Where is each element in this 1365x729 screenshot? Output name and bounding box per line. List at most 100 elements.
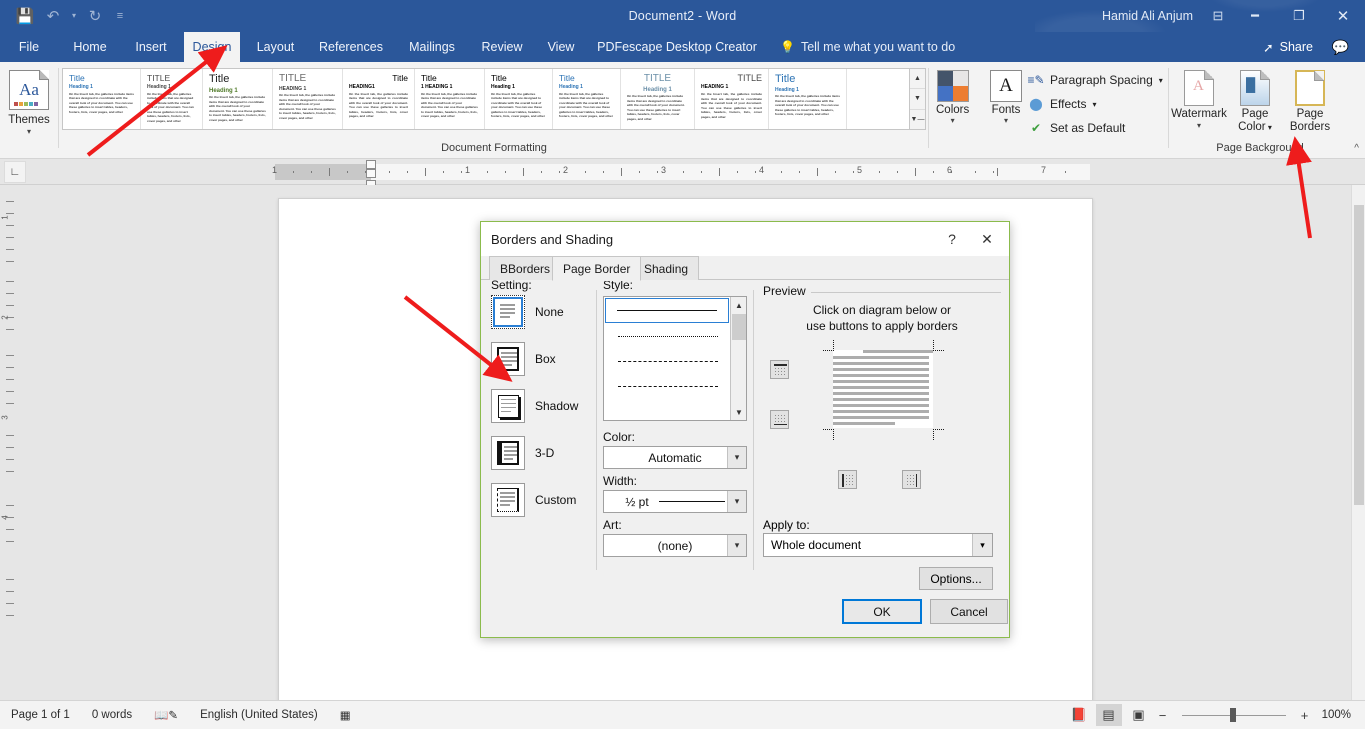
style-set-gallery[interactable]: Title Heading 1 On the Insert tab, the g… — [62, 68, 910, 130]
tell-me-search[interactable]: 💡 Tell me what you want to do — [780, 32, 955, 62]
read-mode-view-button[interactable]: 📕 — [1066, 704, 1092, 726]
style-option-solid[interactable] — [605, 298, 729, 323]
tab-stop-selector[interactable]: ∟ — [4, 161, 26, 183]
collapse-ribbon-icon[interactable]: ^ — [1354, 143, 1359, 154]
tab-pdfescape-desktop-creator[interactable]: PDFescape Desktop Creator — [591, 32, 763, 62]
fonts-button[interactable]: A Fonts ▾ — [990, 70, 1022, 125]
chevron-down-icon[interactable]: ▾ — [1197, 121, 1201, 130]
zoom-slider[interactable] — [1174, 705, 1294, 725]
zoom-in-button[interactable]: + — [1298, 708, 1312, 723]
watermark-button[interactable]: A Watermark ▾ — [1170, 70, 1228, 130]
ok-button[interactable]: OK — [842, 599, 922, 624]
gallery-scrollbar[interactable]: ▲ ▼ ▼— — [910, 68, 926, 130]
scrollbar-thumb[interactable] — [732, 314, 746, 340]
setting-option-3d[interactable]: 3-D — [491, 436, 554, 470]
gallery-scroll-down-icon[interactable]: ▼ — [910, 89, 925, 109]
zoom-out-button[interactable]: − — [1156, 708, 1170, 723]
tab-home[interactable]: Home — [62, 32, 118, 62]
style-option-dashed-medium[interactable] — [604, 374, 731, 399]
minimize-button[interactable]: ━ — [1233, 0, 1277, 32]
art-dropdown[interactable]: (none) ▾ — [603, 534, 747, 557]
setting-option-shadow[interactable]: Shadow — [491, 389, 578, 423]
proofing-errors-icon[interactable]: 📖✎ — [143, 708, 189, 722]
chevron-down-icon[interactable]: ▾ — [727, 447, 746, 468]
setting-option-none[interactable]: None — [491, 295, 564, 329]
restore-button[interactable]: ❐ — [1277, 0, 1321, 32]
page-borders-button[interactable]: Page Borders — [1281, 70, 1339, 134]
dialog-close-icon[interactable]: ✕ — [975, 229, 999, 249]
style-set-thumb[interactable]: Title Heading 1 On the Insert tab, the g… — [63, 69, 141, 129]
style-listbox[interactable]: — · — · — · — · — ▲ ▼ — [603, 296, 747, 421]
style-option-dotted[interactable] — [604, 324, 731, 349]
tab-layout[interactable]: Layout — [248, 32, 303, 62]
style-set-thumb[interactable]: Title HEADING1 On the Insert tab, the ga… — [343, 69, 415, 129]
cancel-button[interactable]: Cancel — [930, 599, 1008, 624]
style-set-thumb[interactable]: TITLE HEADING 1 On the Insert tab, the g… — [695, 69, 769, 129]
help-icon[interactable]: ? — [941, 229, 963, 249]
paragraph-spacing-button[interactable]: ≡✎ Paragraph Spacing ▾ — [1028, 72, 1163, 88]
style-set-thumb[interactable]: Title Heading 1 On the Insert tab, the g… — [203, 69, 273, 129]
account-name[interactable]: Hamid Ali Anjum — [1092, 9, 1203, 23]
tab-review[interactable]: Review — [473, 32, 531, 62]
scrollbar-thumb[interactable] — [1354, 205, 1364, 505]
style-set-thumb[interactable]: TITLE Heading 1 On the Insert tab, the g… — [141, 69, 203, 129]
ribbon-display-options-icon[interactable]: ⊟ — [1203, 0, 1233, 32]
setting-option-custom[interactable]: Custom — [491, 483, 576, 517]
accessibility-icon[interactable]: ▦ — [329, 708, 362, 722]
tab-mailings[interactable]: Mailings — [399, 32, 465, 62]
comments-icon[interactable]: 💬 — [1332, 32, 1349, 62]
themes-button[interactable]: Aa Themes ▾ — [6, 66, 52, 150]
tab-insert[interactable]: Insert — [126, 32, 176, 62]
language-indicator[interactable]: English (United States) — [189, 709, 329, 721]
style-scrollbar[interactable]: ▲ ▼ — [730, 297, 746, 420]
style-set-thumb[interactable]: Title 1 HEADING 1 On the Insert tab, the… — [415, 69, 485, 129]
gallery-scroll-up-icon[interactable]: ▲ — [910, 69, 925, 89]
bottom-border-toggle[interactable] — [770, 410, 789, 429]
page-indicator[interactable]: Page 1 of 1 — [0, 709, 81, 721]
gallery-more-icon[interactable]: ▼— — [910, 110, 925, 129]
apply-to-dropdown[interactable]: Whole document ▾ — [763, 533, 993, 557]
close-button[interactable]: ✕ — [1321, 0, 1365, 32]
effects-button[interactable]: ⬤ Effects ▾ — [1028, 96, 1096, 112]
tab-references[interactable]: References — [311, 32, 391, 62]
chevron-down-icon[interactable]: ▾ — [1004, 116, 1008, 125]
left-border-toggle[interactable] — [838, 470, 857, 489]
chevron-down-icon[interactable]: ▾ — [727, 491, 746, 512]
colors-button[interactable]: Colors ▾ — [936, 70, 969, 125]
set-as-default-button[interactable]: ✔ Set as Default — [1028, 120, 1125, 136]
style-set-thumb[interactable]: TITLE HEADING 1 On the Insert tab, the g… — [273, 69, 343, 129]
style-set-thumb[interactable]: Title Heading 1 On the Insert tab, the g… — [553, 69, 621, 129]
dialog-tab-page-border[interactable]: Page Border — [552, 256, 641, 281]
color-dropdown[interactable]: Automatic ▾ — [603, 446, 747, 469]
chevron-down-icon[interactable]: ▾ — [972, 534, 992, 556]
preview-diagram[interactable] — [833, 350, 933, 428]
style-option-dashed-small[interactable] — [604, 349, 731, 374]
zoom-level[interactable]: 100% — [1316, 709, 1357, 721]
tab-file[interactable]: File — [8, 32, 50, 62]
dialog-tab-shading[interactable]: Shading — [633, 256, 699, 280]
chevron-down-icon[interactable]: ▾ — [1092, 100, 1096, 109]
right-border-toggle[interactable] — [902, 470, 921, 489]
style-set-thumb[interactable]: Title Heading 1 On the Insert tab, the g… — [485, 69, 553, 129]
style-set-thumb[interactable]: TITLE Heading 1 On the Insert tab, the g… — [621, 69, 695, 129]
print-layout-view-button[interactable]: ▤ — [1096, 704, 1122, 726]
hanging-indent-marker[interactable] — [366, 169, 376, 178]
chevron-down-icon[interactable]: ▾ — [951, 116, 955, 125]
setting-option-box[interactable]: Box — [491, 342, 556, 376]
share-button[interactable]: ➚ Share — [1263, 32, 1313, 62]
first-line-indent-marker[interactable] — [366, 160, 376, 169]
ruler-scale[interactable]: 1 1 2 3 4 5 6 7 — [275, 164, 1090, 180]
scroll-up-icon[interactable]: ▲ — [731, 297, 747, 313]
page-color-button[interactable]: █ Page Color ▾ — [1226, 70, 1284, 134]
tab-view[interactable]: View — [539, 32, 583, 62]
chevron-down-icon[interactable]: ▾ — [27, 127, 31, 136]
chevron-down-icon[interactable]: ▾ — [1159, 76, 1163, 85]
style-option-dash-dot[interactable]: — · — · — · — · — — [604, 399, 731, 421]
web-layout-view-button[interactable]: ▣ — [1126, 704, 1152, 726]
scroll-down-icon[interactable]: ▼ — [731, 404, 747, 420]
zoom-slider-thumb[interactable] — [1230, 708, 1236, 722]
width-dropdown[interactable]: ½ pt ▾ — [603, 490, 747, 513]
vertical-scrollbar[interactable] — [1351, 185, 1365, 700]
chevron-down-icon[interactable]: ▾ — [727, 535, 746, 556]
word-count[interactable]: 0 words — [81, 709, 143, 721]
